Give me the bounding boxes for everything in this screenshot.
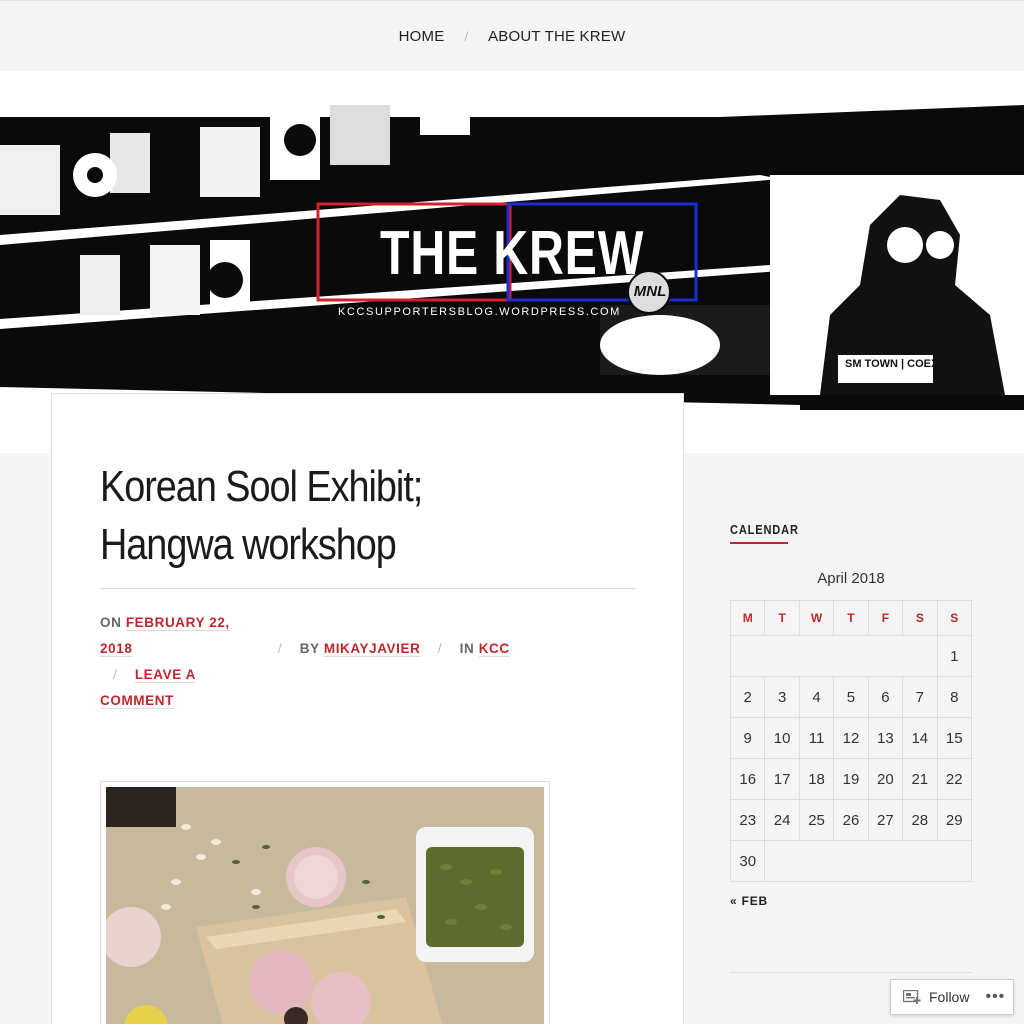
hangwa-photo [106,787,544,1024]
calendar-day: 28 [902,799,938,841]
weekday-header: W [798,600,835,636]
calendar-day: 18 [798,758,835,800]
nav-separator: / [464,28,469,44]
meta-separator: / [437,641,443,656]
post-featured-image[interactable] [100,781,550,1024]
calendar-day: 25 [798,799,835,841]
logo-url: KCCSUPPORTERSBLOG.WORDPRESS.COM [338,306,621,318]
post-date-meta: ON FEBRUARY 22, 2018 [100,610,240,662]
post-title-line-1: Korean Sool Exhibit; [100,462,423,511]
widget-title-underline [730,542,788,544]
top-navigation: HOME / ABOUT THE KREW [0,0,1024,71]
follow-widget: Follow ••• [890,979,1014,1015]
meta-separator: / [113,667,118,682]
by-label: BY [299,641,320,656]
calendar-day: 17 [764,758,800,800]
calendar-day: 14 [902,717,938,759]
calendar-day: 2 [729,676,766,718]
calendar-week: 30 [729,840,972,882]
in-label: IN [459,641,475,656]
calendar-day: 5 [833,676,869,718]
post-title[interactable]: Korean Sool Exhibit; Hangwa workshop [100,458,513,574]
calendar-day: 12 [833,717,869,759]
calendar-day: 9 [729,717,766,759]
post-title-line-2: Hangwa workshop [100,520,397,569]
reader-follow-icon [903,989,921,1004]
calendar-day: 20 [867,758,904,800]
calendar-day: 26 [833,799,869,841]
post-comment-meta: / LEAVE A COMMENT [100,662,240,714]
calendar-day: 7 [902,676,938,718]
calendar-pad [764,840,972,882]
calendar-day: 16 [729,758,766,800]
calendar-day: 4 [798,676,835,718]
calendar-widget-title: CALENDAR [730,522,799,537]
calendar-day: 6 [867,676,904,718]
calendar-day: 29 [936,799,973,841]
calendar-week: 9 10 11 12 13 14 15 [729,717,973,759]
calendar-week: 2 3 4 5 6 7 8 [729,676,973,718]
calendar-day: 23 [729,799,766,841]
calendar-caption: April 2018 [817,570,885,587]
calendar-week: 23 24 25 26 27 28 29 [729,799,973,841]
weekday-header: S [902,600,938,636]
category-link[interactable]: KCC [478,641,510,657]
calendar-day: 19 [833,758,869,800]
weekday-header: F [867,600,904,636]
hangwa-photo-art [106,787,544,1024]
calendar-day: 1 [936,635,973,677]
nav-about-the-krew[interactable]: ABOUT THE KREW [488,28,625,45]
calendar-table: M T W T F S S 1 2 3 4 5 6 7 8 9 10 11 12… [729,600,973,882]
calendar-day: 13 [867,717,904,759]
logo-title: THE KREW [380,219,645,288]
calendar-week: 16 17 18 19 20 21 22 [729,758,973,800]
calendar-day: 24 [764,799,800,841]
calendar-day: 3 [764,676,800,718]
title-divider [100,588,636,589]
date-label: ON [100,615,122,630]
weekday-header: T [833,600,869,636]
calendar-day: 30 [729,840,766,882]
calendar-day: 22 [936,758,973,800]
weekday-header: S [936,600,973,636]
calendar-day: 11 [798,717,835,759]
calendar-day: 21 [902,758,938,800]
follow-button[interactable]: Follow [929,989,969,1005]
weekday-header: M [729,600,766,636]
calendar-day: 8 [936,676,973,718]
header-banner-image[interactable]: THE KREW MNL KCCSUPPORTERSBLOG.WORDPRESS… [0,105,1024,410]
logo-badge: MNL [633,283,667,300]
sidebar-divider [730,972,972,973]
meta-separator: / [278,641,283,656]
calendar-week: 1 [730,635,973,677]
nav-home[interactable]: HOME [399,28,445,45]
calendar-day: 27 [867,799,904,841]
author-link[interactable]: MIKAYJAVIER [323,641,421,657]
calendar-prev-month-link[interactable]: « FEB [730,894,768,908]
calendar-day: 15 [936,717,973,759]
post-author-category-meta: / BY MIKAYJAVIER / IN KCC [278,636,510,662]
more-options-button[interactable]: ••• [985,988,1005,1006]
post-card: Korean Sool Exhibit; Hangwa workshop ON … [51,393,684,1024]
calendar-day: 10 [764,717,800,759]
calendar-pad [730,635,938,677]
banner-caption: SM TOWN | COEX [845,358,939,370]
weekday-header: T [764,600,800,636]
